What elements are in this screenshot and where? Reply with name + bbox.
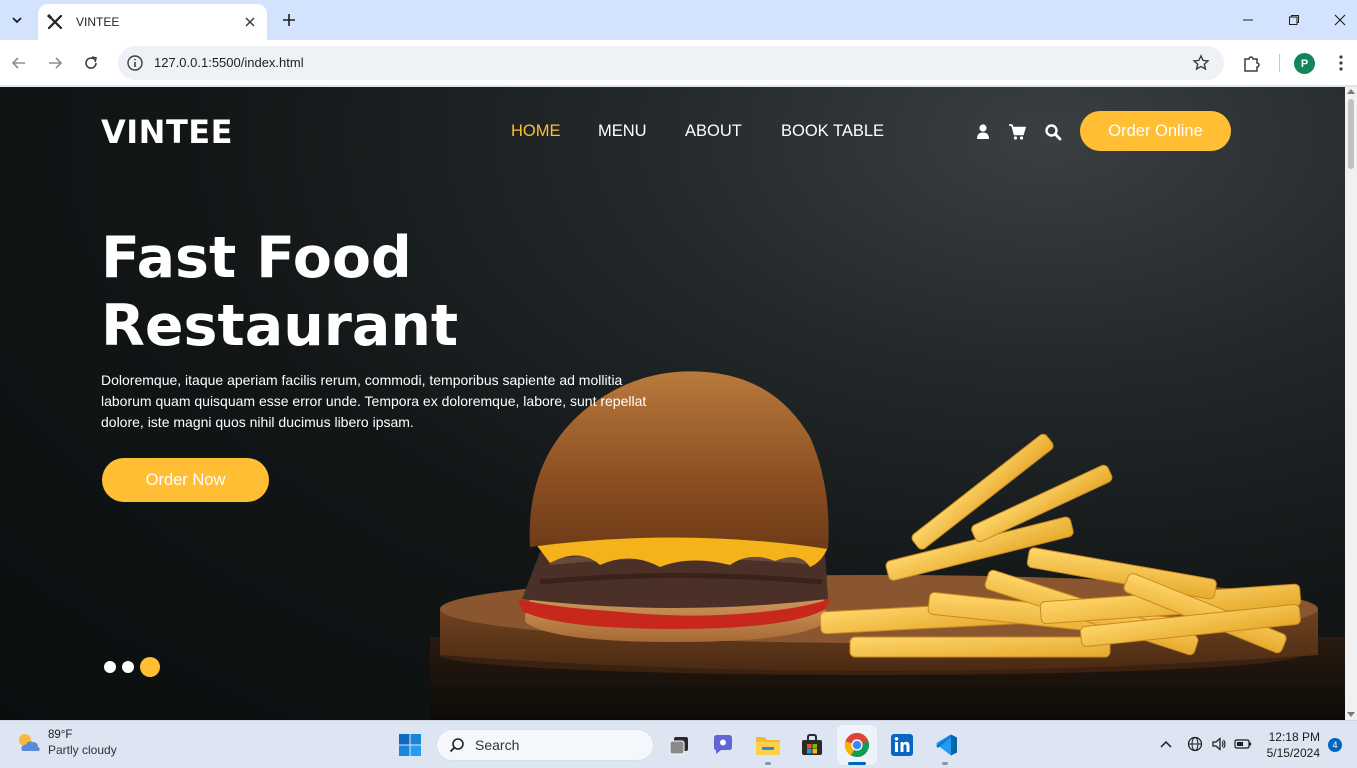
order-online-button[interactable]: Order Online <box>1080 111 1231 151</box>
chevron-up-icon[interactable] <box>1157 735 1175 753</box>
cart-icon[interactable] <box>1008 123 1026 141</box>
search-icon[interactable] <box>1044 123 1062 141</box>
utensils-icon <box>46 13 63 30</box>
nav-home[interactable]: HOME <box>511 122 561 141</box>
back-arrow-icon[interactable] <box>7 51 31 75</box>
nav-menu[interactable]: MENU <box>598 122 647 141</box>
page-viewport: VINTEE HOME MENU ABOUT BOOK TABLE Order … <box>0 87 1345 720</box>
weather-temp: 89°F <box>48 729 73 741</box>
search-icon <box>449 738 464 753</box>
chevron-down-icon <box>12 17 22 24</box>
hero-title: Fast Food Restaurant <box>101 224 521 360</box>
address-bar[interactable]: 127.0.0.1:5500/index.html <box>118 46 1224 80</box>
chat-icon[interactable] <box>709 731 737 759</box>
clock-date: 5/15/2024 <box>1266 746 1320 760</box>
restore-icon[interactable] <box>1271 6 1317 34</box>
window-close-icon[interactable] <box>1317 6 1357 34</box>
reload-icon[interactable] <box>79 51 103 75</box>
start-icon[interactable] <box>396 731 424 759</box>
tab-close-icon[interactable] <box>241 13 259 31</box>
system-clock[interactable]: 12:18 PM 5/15/2024 <box>1256 729 1320 761</box>
chrome-icon[interactable] <box>843 731 871 759</box>
running-indicator <box>942 762 948 765</box>
windows-taskbar: 89°F Partly cloudy Search 12:18 PM 5/15/… <box>0 720 1357 768</box>
carousel-dot-1[interactable] <box>104 661 116 673</box>
taskbar-search-label: Search <box>475 737 520 753</box>
hero-title-line-1: Fast Food <box>101 225 412 291</box>
battery-icon[interactable] <box>1234 735 1252 753</box>
user-icon[interactable] <box>974 123 992 141</box>
clock-time: 12:18 PM <box>1268 730 1320 744</box>
partly-cloudy-icon <box>19 734 40 751</box>
volume-icon[interactable] <box>1210 735 1228 753</box>
menu-kebab-icon[interactable] <box>1331 52 1351 74</box>
new-tab-plus-icon[interactable] <box>278 9 300 31</box>
browser-toolbar: 127.0.0.1:5500/index.html P <box>0 40 1357 86</box>
brand-logo[interactable]: VINTEE <box>101 113 233 151</box>
hero-description: Doloremque, itaque aperiam facilis rerum… <box>101 372 647 430</box>
scroll-up-arrow-icon[interactable] <box>1347 89 1355 94</box>
order-now-button[interactable]: Order Now <box>102 458 269 502</box>
active-app-indicator <box>848 762 866 765</box>
page-scrollbar[interactable] <box>1345 87 1357 720</box>
taskbar-search-box[interactable]: Search <box>436 729 654 761</box>
hero-title-line-2: Restaurant <box>101 293 459 359</box>
weather-condition: Partly cloudy <box>48 743 117 757</box>
browser-tab-strip: VINTEE <box>0 0 1357 40</box>
tab-title: VINTEE <box>76 15 120 29</box>
extensions-puzzle-icon[interactable] <box>1241 52 1263 74</box>
task-view-icon[interactable] <box>665 731 693 759</box>
carousel-dot-3[interactable] <box>140 657 160 677</box>
carousel-dot-2[interactable] <box>122 661 134 673</box>
notification-badge[interactable]: 4 <box>1328 738 1342 752</box>
file-explorer-icon[interactable] <box>754 731 782 759</box>
vscode-icon[interactable] <box>932 731 960 759</box>
weather-widget[interactable]: 89°F Partly cloudy <box>14 729 117 757</box>
browser-tab[interactable]: VINTEE <box>38 4 267 40</box>
carousel-indicators <box>104 657 160 677</box>
url-text: 127.0.0.1:5500/index.html <box>154 55 304 70</box>
nav-about[interactable]: ABOUT <box>685 122 742 141</box>
linkedin-icon[interactable] <box>888 731 916 759</box>
nav-book-table[interactable]: BOOK TABLE <box>781 122 884 141</box>
bookmark-star-icon[interactable] <box>1192 54 1210 72</box>
scrollbar-thumb[interactable] <box>1348 99 1354 169</box>
tab-search-button[interactable] <box>5 8 29 32</box>
running-indicator <box>765 762 771 765</box>
toolbar-divider <box>1279 54 1280 72</box>
forward-arrow-icon[interactable] <box>43 51 67 75</box>
site-info-icon[interactable] <box>126 54 144 72</box>
scroll-down-arrow-icon[interactable] <box>1347 712 1355 717</box>
network-globe-icon[interactable] <box>1186 735 1204 753</box>
store-icon[interactable] <box>798 731 826 759</box>
minimize-icon[interactable] <box>1225 6 1271 34</box>
profile-avatar[interactable]: P <box>1294 53 1315 74</box>
